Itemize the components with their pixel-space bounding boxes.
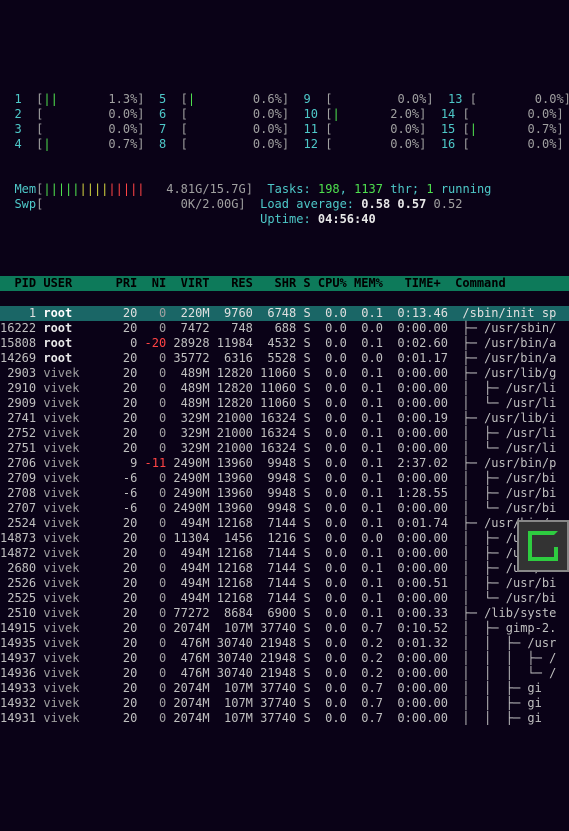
process-row[interactable]: 2524 vivek 20 0 494M 12168 7144 S 0.0 0.… xyxy=(0,516,569,531)
process-row[interactable]: 2752 vivek 20 0 329M 21000 16324 S 0.0 0… xyxy=(0,426,569,441)
process-row[interactable]: 2707 vivek -6 0 2490M 13960 9948 S 0.0 0… xyxy=(0,501,569,516)
meters-area: 1 [|| 1.3%] 5 [| 0.6%] 9 [ 0.0%] 13 [ 0.… xyxy=(0,60,569,246)
process-row[interactable]: 14873 vivek 20 0 11304 1456 1216 S 0.0 0… xyxy=(0,531,569,546)
cpu-meter-row: 1 [|| 1.3%] 5 [| 0.6%] 9 [ 0.0%] 13 [ 0.… xyxy=(0,92,569,107)
process-row[interactable]: 1 root 20 0 220M 9760 6748 S 0.0 0.1 0:1… xyxy=(0,306,569,321)
process-row[interactable]: 14931 vivek 20 0 2074M 107M 37740 S 0.0 … xyxy=(0,711,569,726)
cpu-meter-row: 4 [| 0.7%] 8 [ 0.0%] 12 [ 0.0%] 16 [ 0.0… xyxy=(0,137,569,152)
process-row[interactable]: 14872 vivek 20 0 494M 12168 7144 S 0.0 0… xyxy=(0,546,569,561)
process-row[interactable]: 14935 vivek 20 0 476M 30740 21948 S 0.0 … xyxy=(0,636,569,651)
process-row[interactable]: 14936 vivek 20 0 476M 30740 21948 S 0.0 … xyxy=(0,666,569,681)
process-list-header[interactable]: PID USER PRI NI VIRT RES SHR S CPU% MEM%… xyxy=(0,276,569,291)
process-row[interactable]: 15808 root 0 -20 28928 11984 4532 S 0.0 … xyxy=(0,336,569,351)
process-row[interactable]: 14937 vivek 20 0 476M 30740 21948 S 0.0 … xyxy=(0,651,569,666)
process-list[interactable]: 1 root 20 0 220M 9760 6748 S 0.0 0.1 0:1… xyxy=(0,306,569,726)
process-row[interactable]: 2510 vivek 20 0 77272 8684 6900 S 0.0 0.… xyxy=(0,606,569,621)
process-row[interactable]: 2751 vivek 20 0 329M 21000 16324 S 0.0 0… xyxy=(0,441,569,456)
process-row[interactable]: 2525 vivek 20 0 494M 12168 7144 S 0.0 0.… xyxy=(0,591,569,606)
process-row[interactable]: 2706 vivek 9 -11 2490M 13960 9948 S 0.0 … xyxy=(0,456,569,471)
process-row[interactable]: 2708 vivek -6 0 2490M 13960 9948 S 0.0 0… xyxy=(0,486,569,501)
process-row[interactable]: 2910 vivek 20 0 489M 12820 11060 S 0.0 0… xyxy=(0,381,569,396)
app-logo-icon xyxy=(517,520,569,572)
mem-meter: Mem[|||||||||||||| 4.81G/15.7G] Tasks: 1… xyxy=(0,182,569,197)
cpu-meter-row: 3 [ 0.0%] 7 [ 0.0%] 11 [ 0.0%] 15 [| 0.7… xyxy=(0,122,569,137)
process-row[interactable]: 14933 vivek 20 0 2074M 107M 37740 S 0.0 … xyxy=(0,681,569,696)
process-row[interactable]: 14269 root 20 0 35772 6316 5528 S 0.0 0.… xyxy=(0,351,569,366)
uptime-line: Uptime: 04:56:40 xyxy=(0,212,569,227)
process-row[interactable]: 2741 vivek 20 0 329M 21000 16324 S 0.0 0… xyxy=(0,411,569,426)
process-row[interactable]: 2709 vivek -6 0 2490M 13960 9948 S 0.0 0… xyxy=(0,471,569,486)
process-row[interactable]: 2526 vivek 20 0 494M 12168 7144 S 0.0 0.… xyxy=(0,576,569,591)
process-row[interactable]: 2680 vivek 20 0 494M 12168 7144 S 0.0 0.… xyxy=(0,561,569,576)
process-row[interactable]: 14932 vivek 20 0 2074M 107M 37740 S 0.0 … xyxy=(0,696,569,711)
cpu-meter-row: 2 [ 0.0%] 6 [ 0.0%] 10 [| 2.0%] 14 [ 0.0… xyxy=(0,107,569,122)
process-row[interactable]: 2903 vivek 20 0 489M 12820 11060 S 0.0 0… xyxy=(0,366,569,381)
process-row[interactable]: 16222 root 20 0 7472 748 688 S 0.0 0.0 0… xyxy=(0,321,569,336)
process-row[interactable]: 2909 vivek 20 0 489M 12820 11060 S 0.0 0… xyxy=(0,396,569,411)
swp-meter: Swp[ 0K/2.00G] Load average: 0.58 0.57 0… xyxy=(0,197,569,212)
process-row[interactable]: 14915 vivek 20 0 2074M 107M 37740 S 0.0 … xyxy=(0,621,569,636)
